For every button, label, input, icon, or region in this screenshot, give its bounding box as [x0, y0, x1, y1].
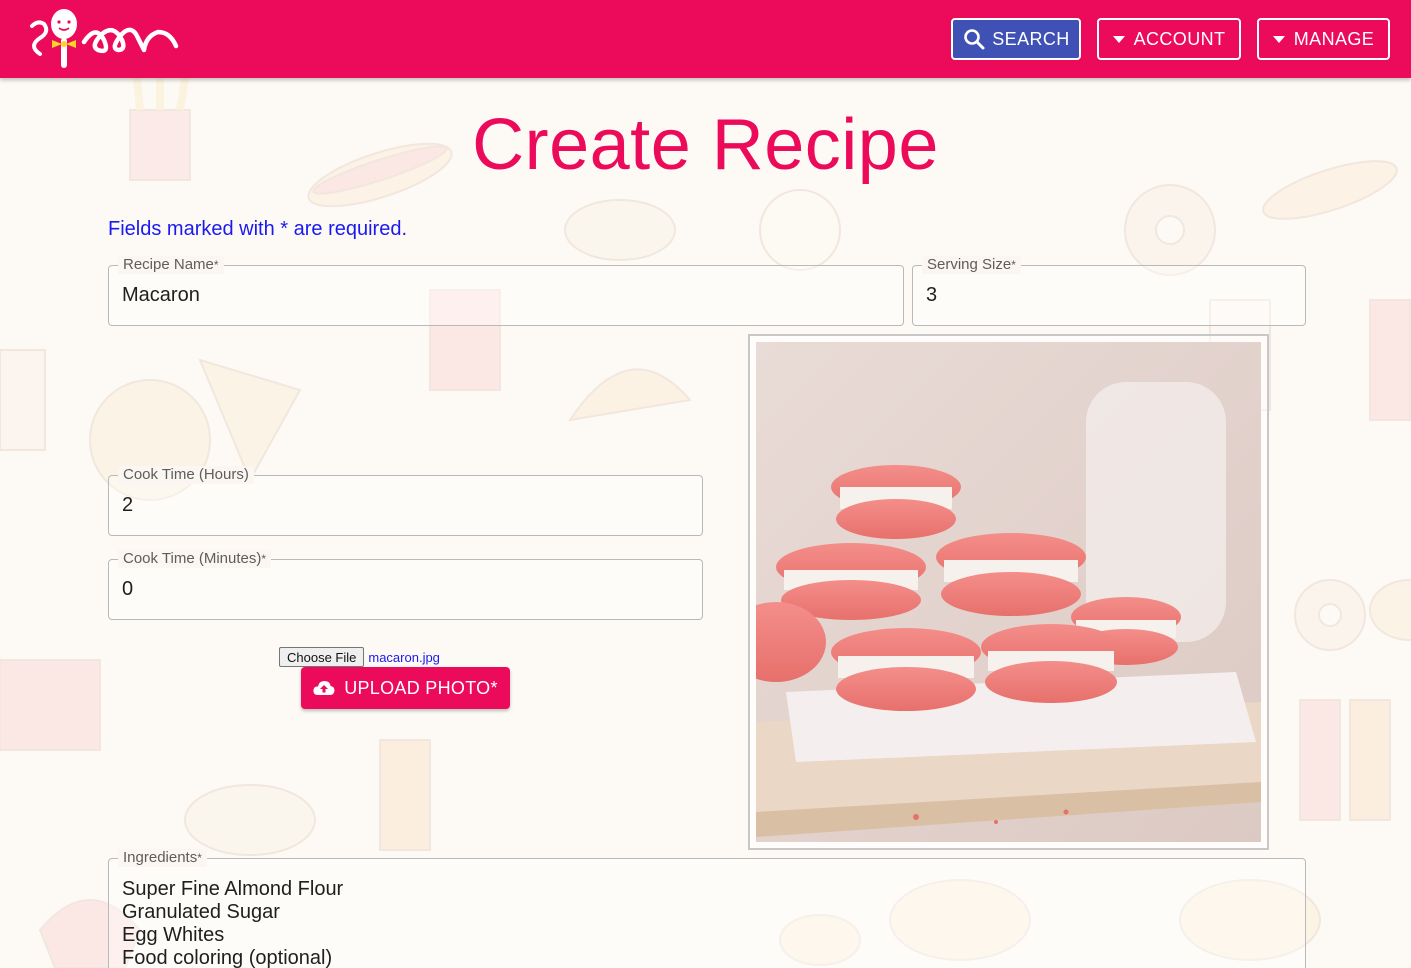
ingredient-item: Super Fine Almond Flour [122, 878, 344, 900]
cook-time-minutes-label: Cook Time (Minutes)* [118, 550, 272, 568]
file-picker: Choose File macaron.jpg [279, 647, 440, 667]
serving-size-value: 3 [926, 284, 938, 306]
serving-size-label: Serving Size* [922, 256, 1021, 274]
ingredients-label: Ingredients* [118, 849, 207, 867]
cook-time-hours-label: Cook Time (Hours) [118, 466, 254, 484]
cook-time-hours-field[interactable]: Cook Time (Hours) 2 [108, 466, 703, 536]
ingredients-list: Super Fine Almond Flour Granulated Sugar… [122, 878, 343, 968]
spoon-logo[interactable] [26, 2, 186, 72]
choose-file-button[interactable]: Choose File [279, 647, 365, 667]
search-button-label: SEARCH [992, 28, 1070, 49]
cloud-upload-icon [313, 681, 335, 695]
ingredient-item: Granulated Sugar [122, 901, 280, 923]
ingredient-item: Egg Whites [122, 924, 225, 946]
account-button-label: ACCOUNT [1133, 28, 1226, 49]
recipe-name-label: Recipe Name* [118, 256, 224, 274]
recipe-name-field[interactable]: Recipe Name* Macaron [108, 256, 904, 326]
ingredient-item: Food coloring (optional) [122, 947, 333, 968]
recipe-photo-frame [748, 334, 1269, 850]
recipe-name-value: Macaron [122, 284, 200, 306]
required-fields-note: Fields marked with * are required. [108, 218, 408, 240]
manage-button-label: MANAGE [1293, 28, 1375, 49]
selected-file-name: macaron.jpg [368, 649, 440, 665]
account-menu-button[interactable]: ACCOUNT [1097, 18, 1241, 60]
spoon-logo-graphic [30, 9, 179, 68]
search-icon [964, 29, 985, 50]
caret-down-icon [1272, 35, 1285, 43]
cook-time-minutes-value: 0 [122, 578, 134, 600]
cook-time-minutes-field[interactable]: Cook Time (Minutes)* 0 [108, 550, 703, 620]
cook-time-hours-value: 2 [122, 494, 134, 516]
upload-photo-button[interactable]: UPLOAD PHOTO* [301, 667, 510, 709]
serving-size-field[interactable]: Serving Size* 3 [912, 256, 1306, 326]
manage-menu-button[interactable]: MANAGE [1257, 18, 1390, 60]
caret-down-icon [1112, 35, 1125, 43]
page-title: Create Recipe [472, 105, 939, 185]
create-recipe-form: Create Recipe Fields marked with * are r… [0, 78, 1411, 968]
macaron-photo [756, 342, 1261, 842]
ingredients-field[interactable]: Ingredients* Super Fine Almond Flour Gra… [108, 849, 1306, 968]
upload-photo-label: UPLOAD PHOTO* [344, 677, 498, 698]
search-button[interactable]: SEARCH [951, 18, 1081, 60]
app-header: SEARCH ACCOUNT MANAGE [0, 0, 1411, 78]
